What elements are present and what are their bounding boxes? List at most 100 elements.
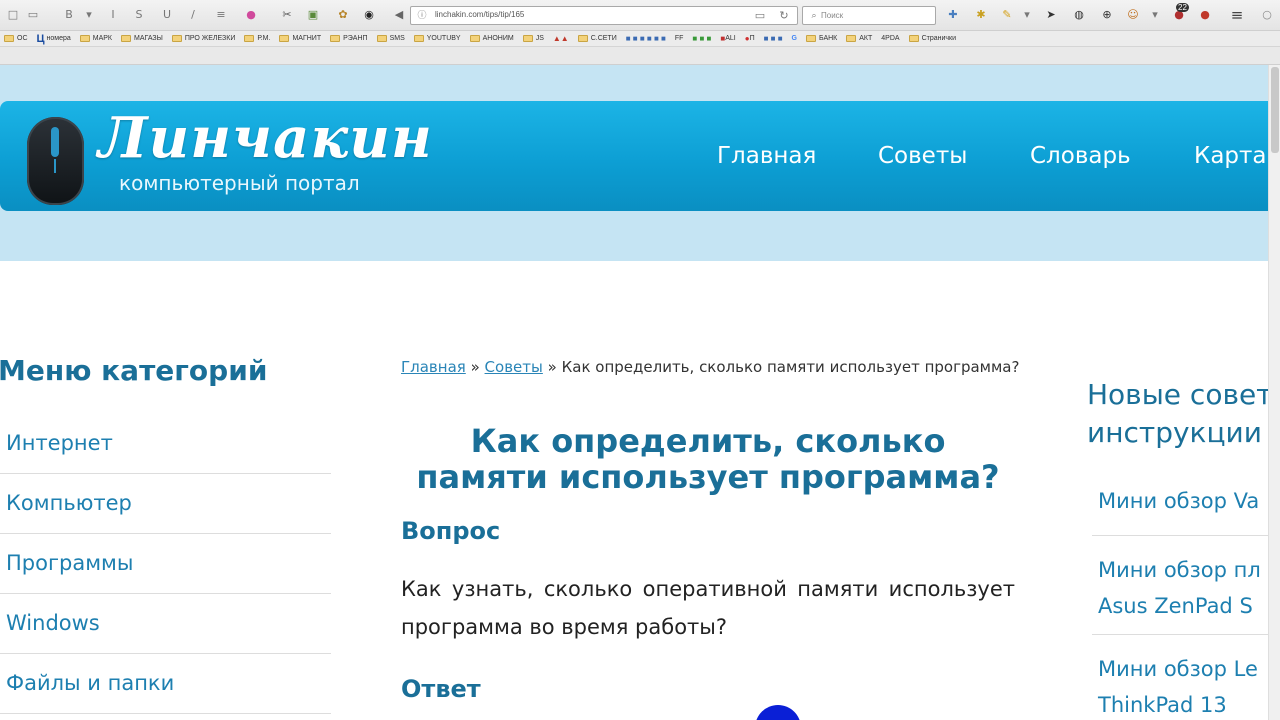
bookmark[interactable]: АКТ — [846, 35, 872, 42]
list-item[interactable]: Мини обзор пл Asus ZenPad S — [1092, 536, 1268, 635]
pen-icon[interactable]: ✎ — [1000, 8, 1014, 22]
breadcrumb-home[interactable]: Главная — [401, 358, 466, 376]
question-heading: Вопрос — [401, 517, 501, 545]
search-placeholder: Поиск — [821, 11, 844, 20]
addon-icon[interactable]: ✿ — [336, 8, 350, 22]
format-icon[interactable]: / — [186, 8, 200, 22]
web-icon[interactable]: ⊕ — [1100, 8, 1114, 22]
nav-home[interactable]: Главная — [717, 143, 816, 169]
bookmarks-bar: ОС Ц номера МАРК МАГАЗЫ ПРО ЖЕЛЕЗКИ Р.М.… — [0, 31, 1280, 47]
bookmark[interactable]: 4PDA — [881, 35, 899, 42]
face-icon[interactable]: ☺ — [1126, 8, 1140, 22]
category-programs[interactable]: Программы — [0, 534, 331, 594]
circle-icon[interactable]: ○ — [1260, 8, 1274, 22]
nav-tips[interactable]: Советы — [878, 143, 967, 169]
category-files-folders[interactable]: Файлы и папки — [0, 654, 331, 714]
reader-icon[interactable]: ▭ — [753, 9, 767, 23]
italic-icon[interactable]: I — [106, 8, 120, 22]
new-tips-title-line1: Новые совет — [1087, 378, 1268, 411]
bookmark[interactable]: БАНК — [806, 35, 837, 42]
bookmark[interactable]: Странички — [908, 35, 956, 42]
site-logo-title[interactable]: Линчакин — [98, 105, 433, 171]
new-icon[interactable]: □ — [6, 8, 20, 22]
bookmark[interactable]: ■ ■ ■ ■ ■ ■ — [626, 34, 666, 43]
bookmark[interactable]: МАРК — [79, 35, 112, 42]
chat-icon[interactable]: ◍ — [1072, 8, 1086, 22]
bookmark[interactable]: YOUTUBY — [413, 35, 461, 42]
site-icon: ■ ■ ■ ■ ■ ■ — [625, 34, 666, 43]
bookmark[interactable]: С.СЕТИ — [577, 35, 617, 42]
underline-icon[interactable]: U — [160, 8, 174, 22]
answer-heading: Ответ — [401, 675, 481, 703]
image-icon[interactable]: ▣ — [306, 8, 320, 22]
folder-icon — [279, 35, 290, 42]
site-logo-subtitle: компьютерный портал — [119, 171, 360, 195]
bold-icon[interactable]: B — [62, 8, 76, 22]
site-icon: ■ ■ ■ — [692, 34, 712, 43]
bookmark[interactable]: МАГАЗЫ — [121, 35, 163, 42]
bookmark[interactable]: ОС — [4, 35, 28, 42]
tools-icon[interactable]: ✂ — [280, 8, 294, 22]
color-picker-icon[interactable]: ● — [244, 8, 258, 22]
scroll-thumb[interactable] — [1271, 67, 1279, 153]
folder-icon — [79, 35, 90, 42]
folder-icon — [469, 35, 480, 42]
address-bar[interactable]: ⓘ linchakin.com/tips/tip/165 ▭ ↻ — [410, 6, 798, 25]
send-icon[interactable]: ➤ — [1044, 8, 1058, 22]
category-computer[interactable]: Компьютер — [0, 474, 331, 534]
bookmark[interactable]: ПРО ЖЕЛЕЗКИ — [171, 35, 235, 42]
page-scrollbar[interactable] — [1268, 65, 1280, 720]
mouse-wheel — [51, 127, 59, 157]
dropdown-icon[interactable]: ▾ — [1148, 8, 1162, 22]
breadcrumb-separator: » — [547, 358, 557, 376]
nav-sitemap[interactable]: Карта — [1194, 143, 1267, 169]
bookmark[interactable]: SMS — [376, 35, 405, 42]
reload-icon[interactable]: ↻ — [777, 9, 791, 23]
bookmark[interactable]: ■ ■ ■ — [692, 34, 711, 43]
breadcrumb-tips[interactable]: Советы — [485, 358, 543, 376]
folder-icon — [908, 35, 919, 42]
bookmark[interactable]: FF — [675, 35, 684, 42]
nav-dictionary[interactable]: Словарь — [1030, 143, 1131, 169]
site-icon: ▲▲ — [552, 34, 569, 43]
tracker-icon[interactable]: ◉ — [362, 8, 376, 22]
list-item[interactable]: Мини обзор Va — [1092, 475, 1268, 536]
breadcrumb: Главная » Советы » Как определить, сколь… — [401, 355, 1021, 379]
bookmark[interactable]: ▲▲ — [553, 34, 569, 43]
folder-icon — [413, 35, 424, 42]
bookmark[interactable]: Р.М. — [244, 35, 270, 42]
strike-icon[interactable]: S — [132, 8, 146, 22]
bookmark[interactable]: JS — [522, 35, 544, 42]
back-icon[interactable]: ◀ — [392, 8, 406, 22]
new-tips-title: Новые совет инструкции — [1087, 376, 1268, 452]
bookmark[interactable]: ● П — [745, 34, 755, 43]
dropdown-icon[interactable]: ▾ — [82, 8, 96, 22]
bookmark[interactable]: Ц номера — [37, 33, 71, 45]
gear-icon[interactable]: ✱ — [974, 8, 988, 22]
list-icon[interactable]: ≡ — [214, 8, 228, 22]
category-windows[interactable]: Windows — [0, 594, 331, 654]
puzzle-icon[interactable]: ✚ — [946, 8, 960, 22]
open-icon[interactable]: ▭ — [26, 8, 40, 22]
category-menu: Интернет Компьютер Программы Windows Фай… — [0, 414, 331, 714]
url-text: linchakin.com/tips/tip/165 — [435, 10, 525, 19]
bookmark[interactable]: ■ ALI — [720, 34, 735, 43]
search-input[interactable]: ⌕ Поиск — [802, 6, 936, 25]
web-page: Линчакин компьютерный портал Главная Сов… — [0, 65, 1268, 720]
bookmark[interactable]: ■ ■ ■ — [764, 34, 783, 43]
dropdown-icon[interactable]: ▾ — [1020, 8, 1034, 22]
mouse-logo-icon[interactable] — [27, 117, 84, 205]
bookmark[interactable]: АНОНИМ — [469, 35, 514, 42]
bookmark[interactable]: G — [792, 35, 797, 42]
globe-icon[interactable]: ● — [1198, 8, 1212, 22]
bookmark[interactable]: МАГНИТ — [279, 35, 321, 42]
breadcrumb-current: Как определить, сколько памяти используе… — [561, 358, 1020, 376]
bookmark[interactable]: РЭАНП — [330, 35, 368, 42]
category-internet[interactable]: Интернет — [0, 414, 331, 474]
list-item[interactable]: Мини обзор Le ThinkPad 13 — [1092, 635, 1268, 720]
new-tips-title-line2: инструкции — [1087, 416, 1262, 449]
menu-icon[interactable]: ≡ — [1230, 8, 1244, 23]
folder-icon — [522, 35, 533, 42]
folder-icon — [121, 35, 132, 42]
search-icon: ⌕ — [811, 11, 817, 21]
